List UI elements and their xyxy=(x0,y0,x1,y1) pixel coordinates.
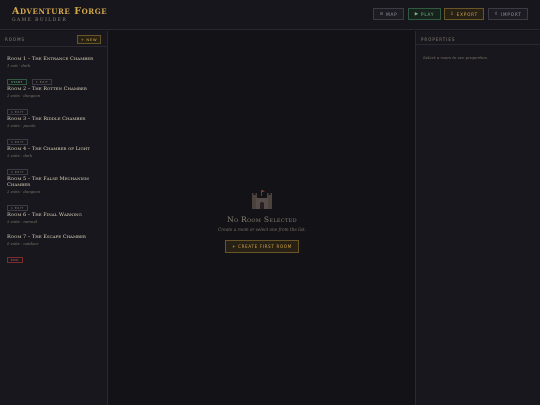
end-badge: end xyxy=(7,257,23,263)
exit-badge: 1 exit xyxy=(7,169,28,175)
export-button-label: Export xyxy=(456,11,478,17)
room-item-7[interactable]: Room 7 – The Escape Chamber 0 exits · ou… xyxy=(7,234,103,265)
properties-panel: Properties Select a room to see properti… xyxy=(415,31,540,405)
room-item-2[interactable]: Room 2 – The Rotten Chamber 2 exits · du… xyxy=(7,86,103,117)
map-button[interactable]: ⊙ Map xyxy=(373,8,404,20)
new-room-button[interactable]: + New xyxy=(77,35,101,44)
rooms-panel-header: Rooms + New xyxy=(0,31,107,47)
empty-state-hint: Create a room or select one from the lis… xyxy=(218,227,306,232)
properties-panel-label: Properties xyxy=(421,37,456,42)
export-button[interactable]: ⇩ Export xyxy=(444,8,484,20)
map-icon: ⊙ xyxy=(379,11,385,17)
exit-badge: 1 exit xyxy=(7,205,28,211)
app-subtitle: Game Builder xyxy=(12,18,68,23)
room-title: Room 1 – The Entrance Chamber xyxy=(7,56,94,62)
export-icon: ⇩ xyxy=(450,11,455,17)
empty-state-title: No Room Selected xyxy=(227,215,297,224)
room-meta: 2 exits · dungeon xyxy=(7,93,41,98)
room-item-4[interactable]: Room 4 – The Chamber of Light 2 exits · … xyxy=(7,146,103,177)
room-title: Room 3 – The Riddle Chamber xyxy=(7,116,86,122)
app-header: Adventure Forge Game Builder ⊙ Map ▶ Pla… xyxy=(0,0,540,30)
properties-hint: Select a room to see properties. xyxy=(423,55,488,60)
room-meta: 0 exits · outdoor xyxy=(7,241,39,246)
room-title: Room 7 – The Escape Chamber xyxy=(7,234,86,240)
room-title: Room 6 – The Final Warning xyxy=(7,212,82,218)
play-icon: ▶ xyxy=(414,11,419,17)
room-meta: 2 exits · dark xyxy=(7,153,33,158)
import-button[interactable]: ⇧ Import xyxy=(488,8,528,20)
create-first-room-button[interactable]: + Create First Room xyxy=(225,240,299,253)
map-button-label: Map xyxy=(386,11,398,17)
exit-badge: 1 exit xyxy=(31,79,53,85)
room-item-3[interactable]: Room 3 – The Riddle Chamber 2 exits · pu… xyxy=(7,116,103,147)
play-button-label: Play xyxy=(421,11,435,17)
play-button[interactable]: ▶ Play xyxy=(408,8,441,20)
exit-badge: 1 exit xyxy=(7,109,28,115)
room-meta: 2 exits · normal xyxy=(7,219,37,224)
app-title: Adventure Forge xyxy=(12,6,108,17)
rooms-panel: Rooms + New Room 1 – The Entrance Chambe… xyxy=(0,31,108,405)
room-title: Room 4 – The Chamber of Light xyxy=(7,146,90,152)
room-editor: No Room Selected Create a room or select… xyxy=(109,31,415,405)
rooms-panel-label: Rooms xyxy=(5,37,26,42)
castle-icon xyxy=(250,189,274,209)
room-item-1[interactable]: Room 1 – The Entrance Chamber 1 exit · d… xyxy=(7,56,103,87)
room-meta: 1 exit · dark xyxy=(7,63,31,68)
room-meta: 2 exits · dungeon xyxy=(7,189,41,194)
room-meta: 2 exits · puzzle xyxy=(7,123,36,128)
room-item-6[interactable]: Room 6 – The Final Warning 2 exits · nor… xyxy=(7,212,103,224)
properties-panel-header: Properties xyxy=(416,31,540,45)
import-button-label: Import xyxy=(500,11,522,17)
start-badge: start xyxy=(7,79,27,85)
room-title: Room 5 – The False Mechanism Chamber xyxy=(7,176,89,188)
exit-badge: 1 exit xyxy=(7,139,28,145)
room-item-5[interactable]: Room 5 – The False Mechanism Chamber 2 e… xyxy=(7,176,103,213)
room-title: Room 2 – The Rotten Chamber xyxy=(7,86,87,92)
import-icon: ⇧ xyxy=(494,11,499,17)
